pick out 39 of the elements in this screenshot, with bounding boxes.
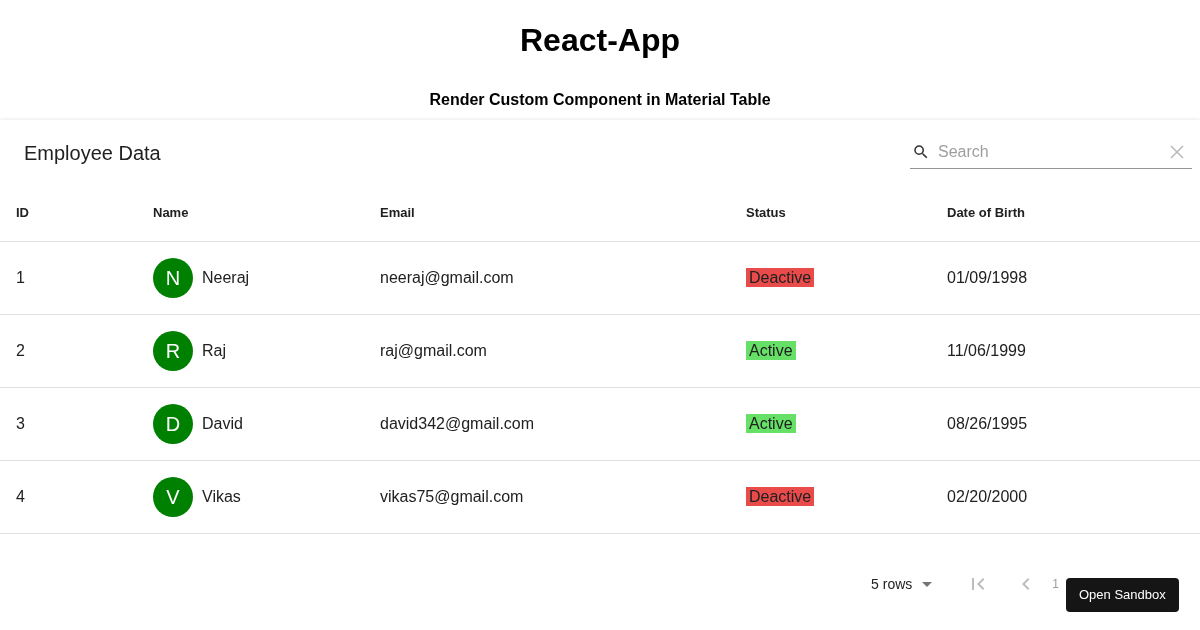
clear-icon[interactable] <box>1170 145 1184 159</box>
column-header[interactable]: Status <box>730 203 786 223</box>
tooltip: Open Sandbox <box>1066 578 1179 612</box>
table-cell-text: David <box>202 414 243 434</box>
table-cell-text: 1 <box>15 268 26 288</box>
avatar: R <box>153 331 193 371</box>
table-cell-text: raj@gmail.com <box>379 341 488 361</box>
table-cell-text: neeraj@gmail.com <box>379 268 515 288</box>
avatar: D <box>153 404 193 444</box>
table-cell-text: vikas75@gmail.com <box>379 487 525 507</box>
table-cell-text: Vikas <box>202 487 241 507</box>
dropdown-caret-icon <box>922 581 933 587</box>
table-cell-text: Neeraj <box>202 268 250 288</box>
column-header[interactable]: Email <box>364 203 415 223</box>
table-cell-text: 4 <box>15 487 26 507</box>
page-title: React-App <box>520 21 680 60</box>
table-cell-text: david342@gmail.com <box>379 414 536 434</box>
search-field[interactable]: Search <box>938 140 1162 164</box>
column-header[interactable]: Date of Birth <box>931 203 1025 223</box>
column-header[interactable]: ID <box>0 203 29 223</box>
status-badge: Deactive <box>746 268 815 287</box>
status-badge: Active <box>746 341 796 360</box>
table-title: Employee Data <box>24 140 161 166</box>
status-badge: Deactive <box>746 487 815 506</box>
table-cell-text: Raj <box>202 341 226 361</box>
table-cell-text: 02/20/2000 <box>946 487 1029 507</box>
search-icon <box>912 143 930 161</box>
avatar: N <box>153 258 193 298</box>
column-header[interactable]: Name <box>137 203 189 223</box>
status-badge: Active <box>746 414 796 433</box>
page-info: 1 <box>1052 576 1059 593</box>
avatar: V <box>153 477 193 517</box>
table-cell-text: 01/09/1998 <box>946 268 1029 288</box>
rows-per-page-select[interactable]: 5 rows <box>871 573 933 595</box>
table-cell-text: 2 <box>15 341 26 361</box>
table-cell-text: 3 <box>15 414 26 434</box>
page-subtitle: Render Custom Component in Material Table <box>429 90 771 110</box>
table-cell-text: 08/26/1995 <box>946 414 1029 434</box>
table-cell-text: 11/06/1999 <box>946 341 1027 361</box>
